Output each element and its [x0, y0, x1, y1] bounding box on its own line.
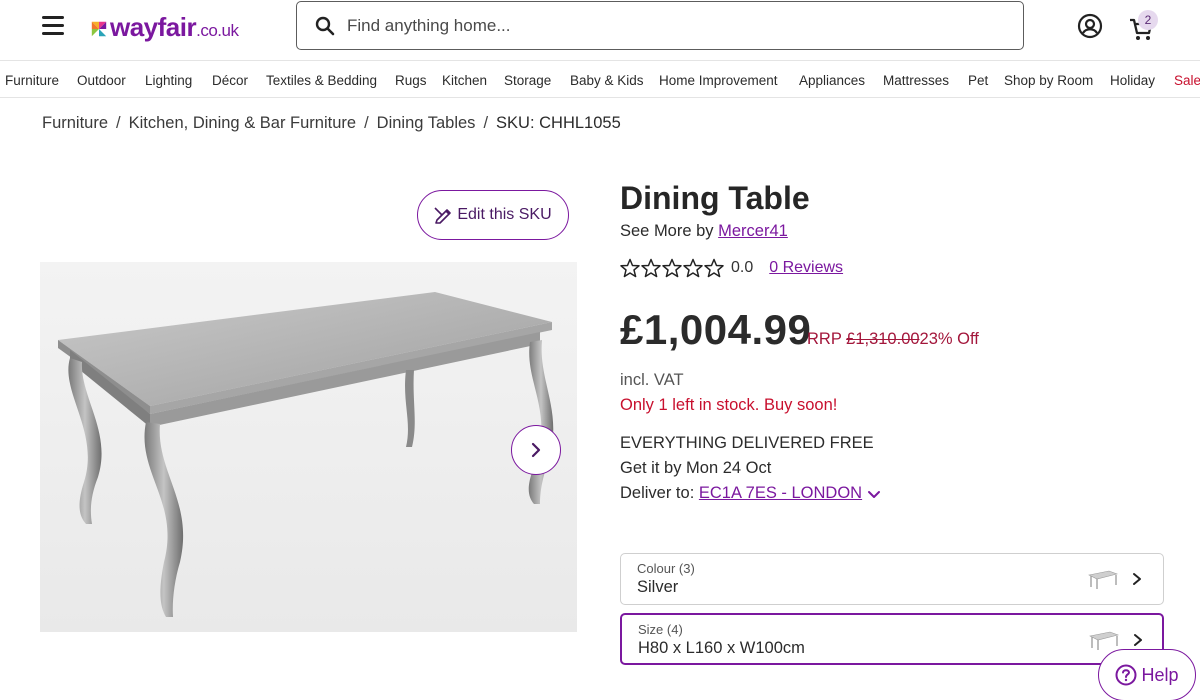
deliver-to: Deliver to: EC1A 7ES - LONDON — [620, 481, 882, 506]
nav-item-furniture[interactable]: Furniture — [5, 73, 59, 88]
breadcrumb-kitchen-dining-bar[interactable]: Kitchen, Dining & Bar Furniture — [129, 114, 356, 132]
account-icon[interactable] — [1077, 13, 1103, 39]
star-outline-icon — [683, 258, 703, 278]
breadcrumb: Furniture / Kitchen, Dining & Bar Furnitur… — [42, 114, 621, 133]
reviews-link[interactable]: 0 Reviews — [769, 259, 843, 277]
search-input[interactable] — [347, 15, 987, 36]
menu-icon[interactable] — [42, 16, 64, 36]
table-thumbnail-icon — [1089, 631, 1120, 650]
rrp-label: RRP — [807, 330, 842, 348]
help-button[interactable]: Help — [1098, 649, 1196, 700]
star-outline-icon — [704, 258, 724, 278]
nav-item-storage[interactable]: Storage — [504, 73, 551, 88]
cart-count-badge: 2 — [1138, 10, 1158, 30]
logo[interactable]: wayfair.co.uk — [90, 12, 239, 43]
breadcrumb-separator: / — [364, 114, 369, 132]
vat-note: incl. VAT — [620, 371, 684, 389]
cart-button[interactable]: 2 — [1128, 10, 1162, 42]
see-more-prefix: See More by — [620, 222, 714, 240]
nav-item-home-improvement[interactable]: Home Improvement — [659, 73, 778, 88]
size-option-label: Size (4) — [638, 622, 683, 637]
rating-value: 0.0 — [731, 259, 754, 276]
rating-stars — [620, 258, 724, 278]
delivery-free: EVERYTHING DELIVERED FREE — [620, 434, 874, 452]
nav-item-decor[interactable]: Décor — [212, 73, 248, 88]
nav-item-sale[interactable]: Sale — [1174, 73, 1200, 88]
nav-item-kitchen[interactable]: Kitchen — [442, 73, 487, 88]
search-bar[interactable] — [296, 1, 1024, 50]
price: £1,004.99 — [620, 306, 812, 353]
nav-item-appliances[interactable]: Appliances — [799, 73, 865, 88]
breadcrumb-separator: / — [483, 114, 489, 132]
logo-pinwheel-icon — [91, 21, 107, 37]
breadcrumb-current-sku: SKU: CHHL1055 — [496, 114, 621, 132]
chevron-right-icon — [1133, 573, 1141, 585]
rrp-price: £1,310.00 — [846, 330, 920, 348]
colour-option-label: Colour (3) — [637, 561, 695, 576]
search-icon — [315, 16, 335, 35]
breadcrumb-separator: / — [116, 114, 121, 132]
rating-row: 0.0 0 Reviews — [620, 258, 843, 278]
edit-sku-button[interactable]: Edit this SKU — [417, 190, 569, 240]
table-thumbnail-icon — [1088, 570, 1119, 589]
help-label: Help — [1141, 664, 1179, 685]
nav-item-textiles-bedding[interactable]: Textiles & Bedding — [266, 73, 377, 88]
rrp: RRP £1,310.0023% Off — [807, 330, 979, 349]
deliver-to-label: Deliver to: — [620, 484, 695, 502]
edit-sku-label: Edit this SKU — [457, 206, 552, 223]
nav-item-lighting[interactable]: Lighting — [145, 73, 192, 88]
breadcrumb-furniture[interactable]: Furniture — [42, 114, 108, 132]
breadcrumb-dining-tables[interactable]: Dining Tables — [377, 114, 476, 132]
chevron-down-icon[interactable] — [866, 486, 882, 502]
star-outline-icon — [662, 258, 682, 278]
see-more-by: See More by Mercer41 — [620, 222, 788, 241]
brand-link[interactable]: Mercer41 — [718, 222, 788, 240]
size-option-selector[interactable]: Size (4) H80 x L160 x W100cm — [620, 613, 1164, 665]
nav-item-outdoor[interactable]: Outdoor — [77, 73, 126, 88]
nav-item-holiday[interactable]: Holiday — [1110, 73, 1155, 88]
size-option-value: H80 x L160 x W100cm — [638, 639, 805, 657]
star-outline-icon — [620, 258, 640, 278]
nav-item-baby-kids[interactable]: Baby & Kids — [570, 73, 644, 88]
delivery-info: EVERYTHING DELIVERED FREE Get it by Mon … — [620, 431, 882, 506]
header: wayfair.co.uk 2 — [0, 0, 1200, 56]
nav-item-rugs[interactable]: Rugs — [395, 73, 427, 88]
colour-option-value: Silver — [637, 578, 679, 596]
chevron-right-icon — [531, 442, 541, 458]
nav-item-mattresses[interactable]: Mattresses — [883, 73, 949, 88]
next-image-button[interactable] — [511, 425, 561, 475]
product-title: Dining Table — [620, 180, 810, 216]
category-nav: Furniture Outdoor Lighting Décor Textile… — [0, 60, 1200, 98]
dining-table-image — [58, 292, 554, 617]
logo-text: wayfair.co.uk — [110, 12, 239, 42]
stock-message: Only 1 left in stock. Buy soon! — [620, 396, 838, 414]
delivery-date: Get it by Mon 24 Oct — [620, 459, 772, 477]
star-outline-icon — [641, 258, 661, 278]
nav-item-pet[interactable]: Pet — [968, 73, 988, 88]
pencil-icon — [434, 207, 452, 224]
chevron-right-icon — [1134, 634, 1142, 646]
deliver-to-postcode-link[interactable]: EC1A 7ES - LONDON — [699, 484, 862, 502]
help-question-icon — [1115, 664, 1137, 686]
discount-label: 23% Off — [919, 330, 979, 348]
nav-item-shop-by-room[interactable]: Shop by Room — [1004, 73, 1093, 88]
product-image[interactable] — [40, 262, 577, 632]
colour-option-selector[interactable]: Colour (3) Silver — [620, 553, 1164, 605]
